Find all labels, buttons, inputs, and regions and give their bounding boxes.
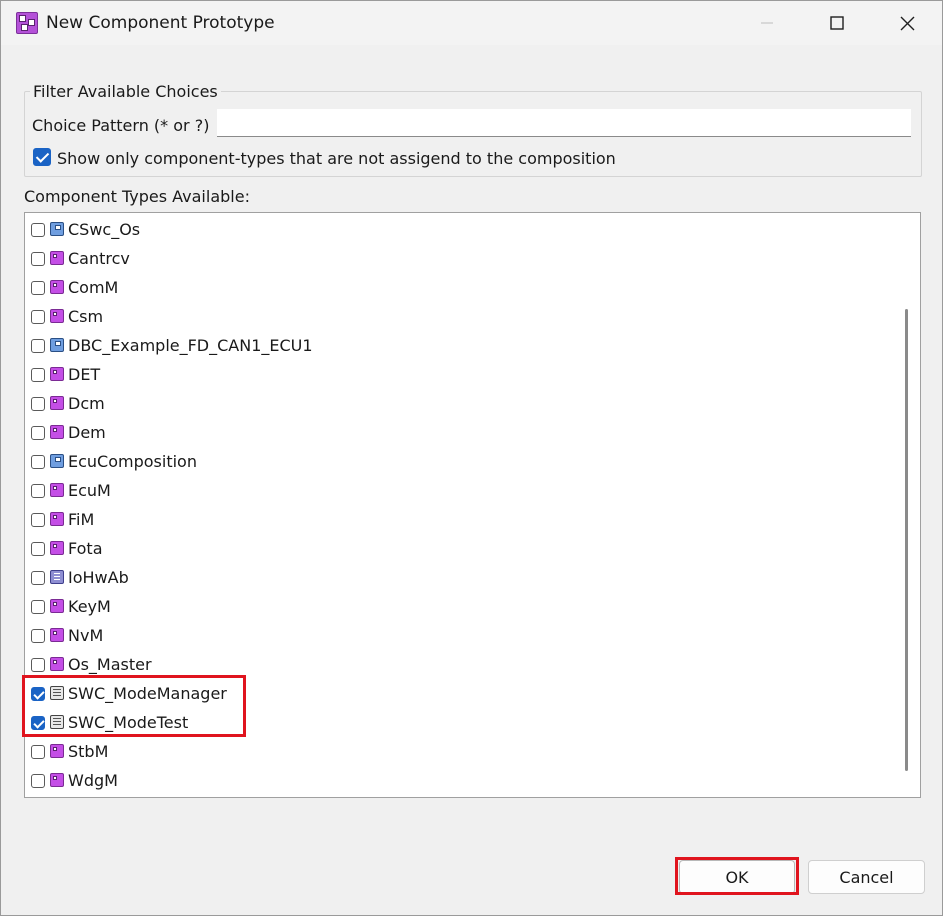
swc-icon <box>50 628 64 642</box>
scrollbar-thumb[interactable] <box>905 309 908 771</box>
swc-icon <box>50 744 64 758</box>
list-item-checkbox[interactable] <box>31 426 45 440</box>
window-title: New Component Prototype <box>46 13 275 33</box>
list-item-label: Fota <box>68 539 103 558</box>
list-item-label: ComM <box>68 278 119 297</box>
list-item[interactable]: FiM <box>25 506 885 535</box>
list-item-checkbox[interactable] <box>31 774 45 788</box>
list-item-checkbox[interactable] <box>31 513 45 527</box>
composition-icon <box>50 222 64 236</box>
list-item[interactable]: KeyM <box>25 593 885 622</box>
maximize-button[interactable] <box>802 1 872 45</box>
list-item-label: Dem <box>68 423 106 442</box>
list-item-checkbox[interactable] <box>31 455 45 469</box>
show-only-label: Show only component-types that are not a… <box>57 149 616 168</box>
ok-highlight <box>675 857 799 895</box>
list-item-label: Csm <box>68 307 104 326</box>
swc-icon <box>50 280 64 294</box>
list-item-checkbox[interactable] <box>31 600 45 614</box>
list-item[interactable]: DET <box>25 361 885 390</box>
title-bar: New Component Prototype <box>1 1 942 45</box>
swc-icon <box>50 512 64 526</box>
show-only-checkbox[interactable] <box>33 148 51 166</box>
list-item[interactable]: Cantrcv <box>25 245 885 274</box>
choice-pattern-label: Choice Pattern (* or ?) <box>32 116 210 135</box>
close-icon <box>900 16 914 30</box>
list-item-label: Dcm <box>68 394 105 413</box>
app-icon <box>16 12 38 34</box>
list-item-label: DET <box>68 365 101 384</box>
swc-icon <box>50 541 64 555</box>
list-item[interactable]: Fota <box>25 535 885 564</box>
list-item-checkbox[interactable] <box>31 629 45 643</box>
list-item-label: EcuComposition <box>68 452 197 471</box>
list-item-label: Os_Master <box>68 655 152 674</box>
maximize-icon <box>830 16 844 30</box>
list-item[interactable]: EcuComposition <box>25 448 885 477</box>
list-item-label: KeyM <box>68 597 111 616</box>
dialog-window: New Component Prototype Filter Available… <box>0 0 943 916</box>
list-item-checkbox[interactable] <box>31 397 45 411</box>
swc-icon <box>50 773 64 787</box>
list-item-checkbox[interactable] <box>31 484 45 498</box>
swc-icon <box>50 657 64 671</box>
list-item-label: NvM <box>68 626 104 645</box>
list-item-checkbox[interactable] <box>31 281 45 295</box>
filter-legend: Filter Available Choices <box>30 82 221 102</box>
composition-icon <box>50 338 64 352</box>
list-item[interactable]: Dem <box>25 419 885 448</box>
list-item-label: IoHwAb <box>68 568 129 587</box>
list-item-checkbox[interactable] <box>31 542 45 556</box>
swc-icon <box>50 367 64 381</box>
list-item-checkbox[interactable] <box>31 368 45 382</box>
list-item[interactable]: EcuM <box>25 477 885 506</box>
swc-icon <box>50 599 64 613</box>
list-item[interactable]: StbM <box>25 738 885 767</box>
component-types-label: Component Types Available: <box>24 187 250 206</box>
list-item-label: StbM <box>68 742 109 761</box>
list-item-label: WdgM <box>68 771 118 790</box>
iohwab-icon <box>50 570 64 584</box>
close-button[interactable] <box>872 1 942 45</box>
choice-pattern-input[interactable] <box>217 109 911 137</box>
list-item-label: EcuM <box>68 481 111 500</box>
list-item[interactable]: DBC_Example_FD_CAN1_ECU1 <box>25 332 885 361</box>
list-item-label: Cantrcv <box>68 249 130 268</box>
list-item-label: DBC_Example_FD_CAN1_ECU1 <box>68 336 313 355</box>
list-item-checkbox[interactable] <box>31 310 45 324</box>
minimize-icon <box>761 22 773 24</box>
list-item[interactable]: CSwc_Os <box>25 216 885 245</box>
cancel-button[interactable]: Cancel <box>808 860 925 894</box>
minimize-button[interactable] <box>732 1 802 45</box>
swc-icon <box>50 396 64 410</box>
list-item-checkbox[interactable] <box>31 745 45 759</box>
list-item-checkbox[interactable] <box>31 252 45 266</box>
list-item[interactable]: WdgM <box>25 767 885 796</box>
list-item[interactable]: NvM <box>25 622 885 651</box>
list-item-checkbox[interactable] <box>31 658 45 672</box>
swc-icon <box>50 309 64 323</box>
swc-icon <box>50 483 64 497</box>
selection-highlight <box>22 675 246 737</box>
list-item[interactable]: IoHwAb <box>25 564 885 593</box>
list-item[interactable]: Dcm <box>25 390 885 419</box>
list-item-label: CSwc_Os <box>68 220 141 239</box>
composition-icon <box>50 454 64 468</box>
list-item-checkbox[interactable] <box>31 571 45 585</box>
list-item-label: FiM <box>68 510 95 529</box>
swc-icon <box>50 425 64 439</box>
list-item-checkbox[interactable] <box>31 339 45 353</box>
list-item[interactable]: Csm <box>25 303 885 332</box>
list-item[interactable]: ComM <box>25 274 885 303</box>
list-item-checkbox[interactable] <box>31 223 45 237</box>
swc-icon <box>50 251 64 265</box>
